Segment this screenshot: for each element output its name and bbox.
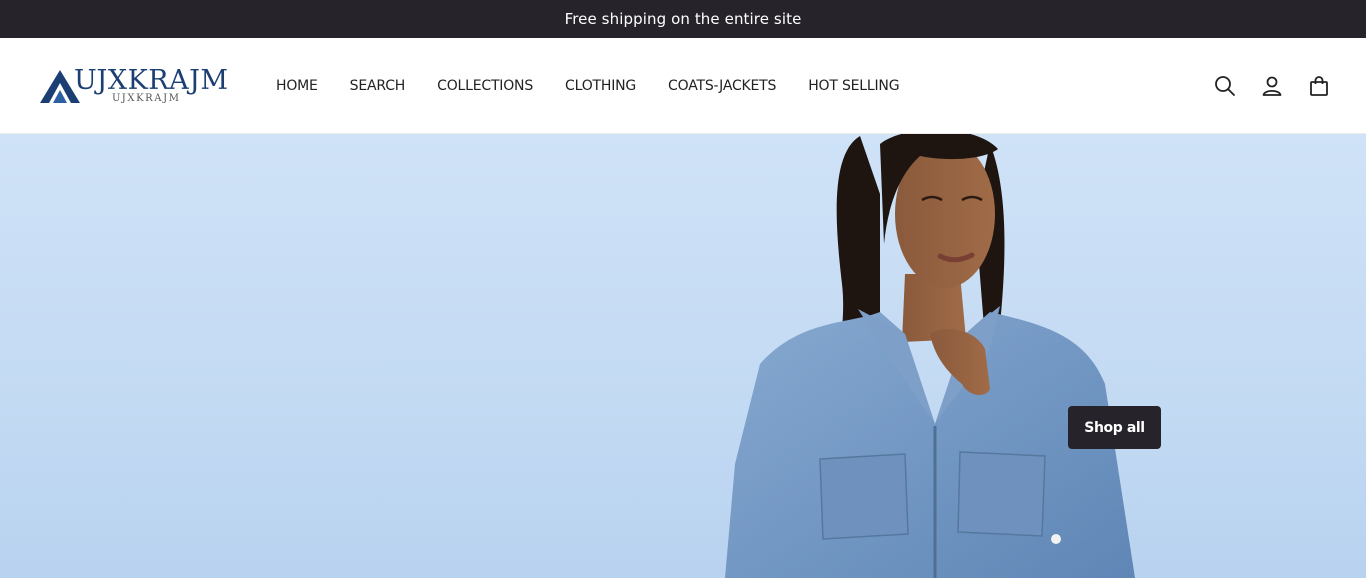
announcement-bar: Free shipping on the entire site <box>0 0 1366 38</box>
account-icon[interactable] <box>1261 75 1283 97</box>
shop-all-label: Shop all <box>1084 419 1145 436</box>
search-icon[interactable] <box>1214 75 1236 97</box>
hero-banner: Shop all <box>0 134 1366 578</box>
cart-icon[interactable] <box>1308 75 1330 97</box>
brand-logo[interactable]: UJXKRAJM UJXKRAJM <box>40 66 230 108</box>
hero-model-image <box>725 134 1135 578</box>
nav-item-search[interactable]: SEARCH <box>350 78 406 94</box>
main-nav: HOME SEARCH COLLECTIONS CLOTHING COATS-J… <box>276 38 931 134</box>
nav-item-hot-selling[interactable]: HOT SELLING <box>808 78 899 94</box>
nav-item-home[interactable]: HOME <box>276 78 318 94</box>
nav-item-collections[interactable]: COLLECTIONS <box>437 78 533 94</box>
shop-all-button[interactable]: Shop all <box>1068 406 1161 449</box>
brand-name: UJXKRAJM <box>74 65 229 96</box>
brand-subtext: UJXKRAJM <box>112 93 181 104</box>
site-header: UJXKRAJM UJXKRAJM HOME SEARCH COLLECTION… <box>0 38 1366 134</box>
header-icons <box>1189 38 1330 134</box>
nav-item-clothing[interactable]: CLOTHING <box>565 78 636 94</box>
announcement-text: Free shipping on the entire site <box>564 10 802 28</box>
nav-item-coats-jackets[interactable]: COATS-JACKETS <box>668 78 776 94</box>
